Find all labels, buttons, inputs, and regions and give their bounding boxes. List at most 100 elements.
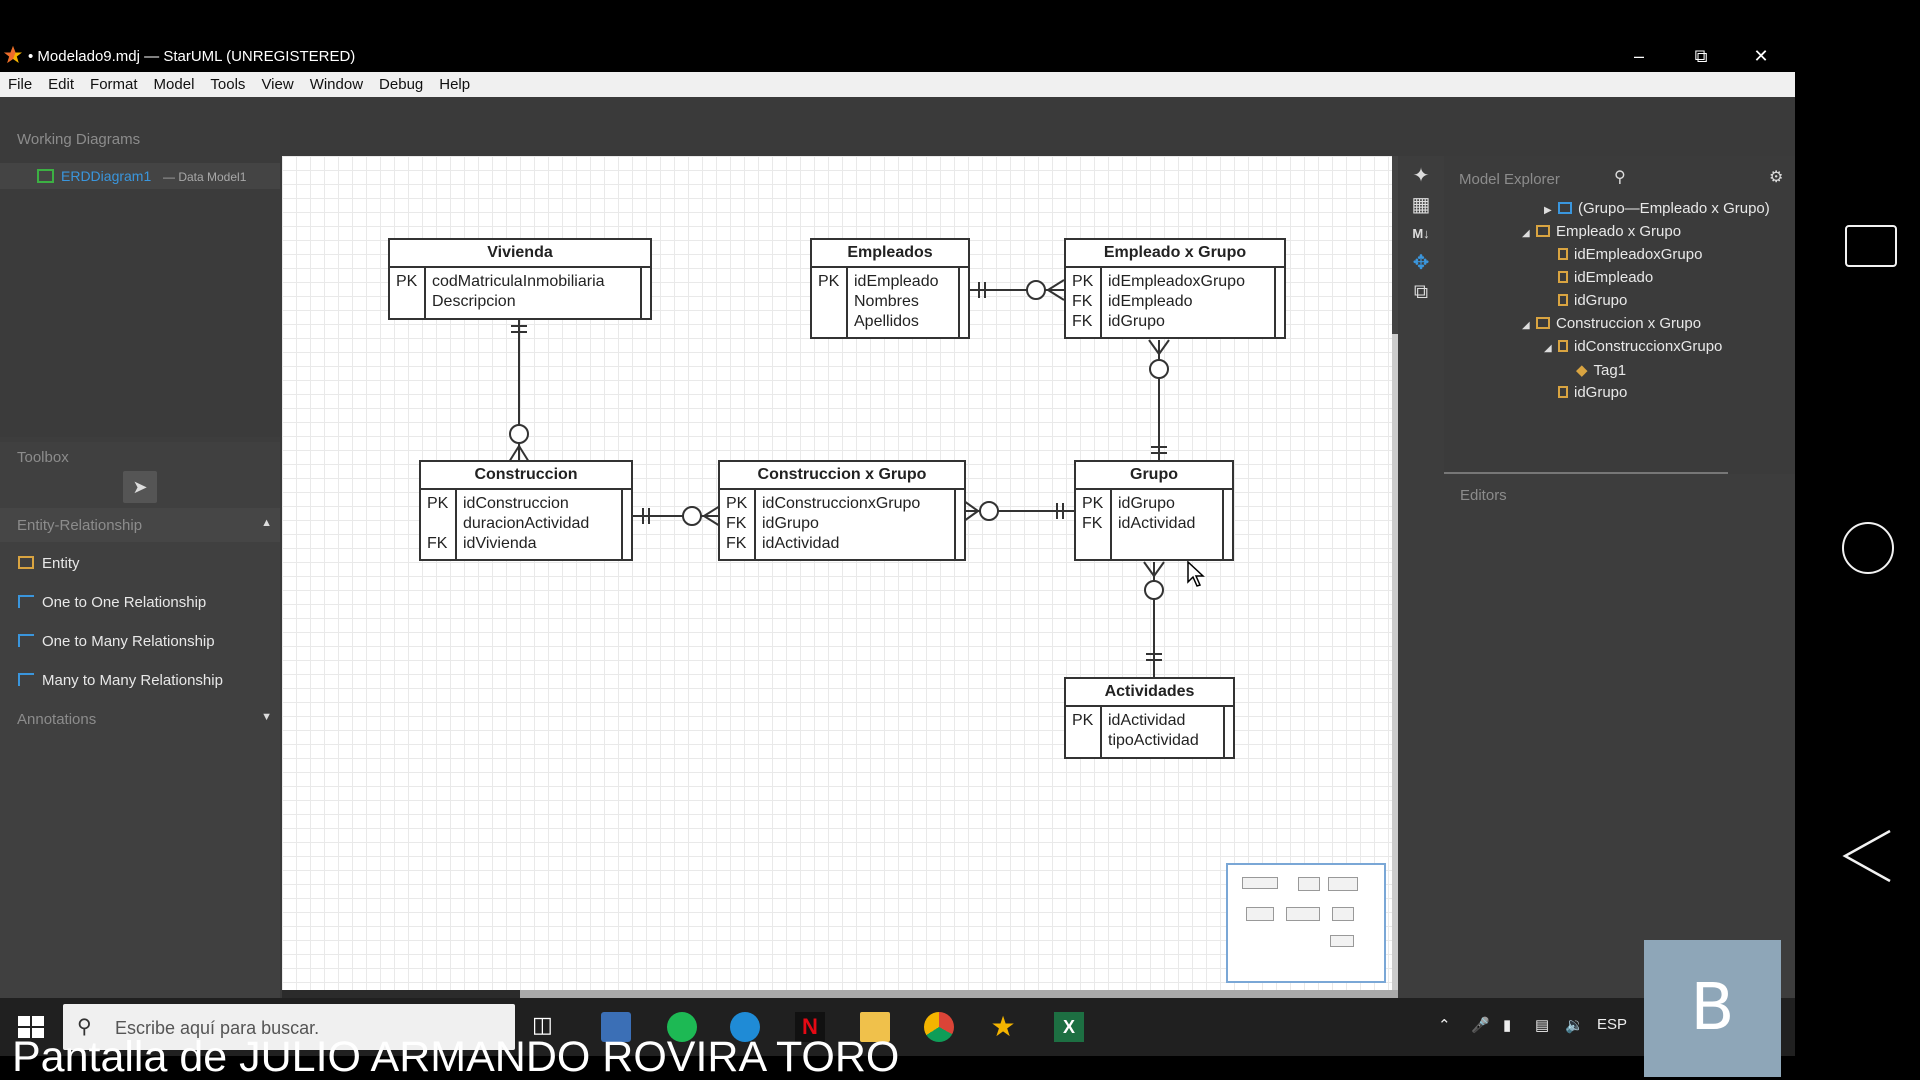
entity-columns: idActividad tipoActividad	[1108, 707, 1199, 751]
column-icon	[1558, 248, 1568, 260]
tool-entity[interactable]: Entity	[18, 555, 80, 572]
close-button[interactable]: ✕	[1743, 44, 1779, 68]
tool-many-to-many-label: Many to Many Relationship	[42, 672, 223, 689]
right-sidebar: Model Explorer ⚲ ⚙ ▶ (Grupo—Empleado x Gr…	[1444, 156, 1795, 998]
tree-item[interactable]: idEmpleadoxGrupo	[1558, 246, 1702, 263]
entity-title: Empleados	[812, 240, 968, 268]
collapse-icon: ◢	[1544, 343, 1552, 354]
entity-columns: idEmpleado Nombres Apellidos	[854, 268, 939, 332]
back-button[interactable]	[1840, 826, 1900, 886]
column: tipoActividad	[1108, 732, 1199, 749]
entity-right-border	[621, 490, 623, 559]
menu-file[interactable]: File	[0, 72, 40, 93]
column: idConstruccion	[463, 495, 569, 512]
menu-debug[interactable]: Debug	[371, 72, 431, 93]
extensions-icon[interactable]: ✦	[1409, 164, 1433, 188]
column-icon	[1558, 386, 1568, 398]
restore-button[interactable]: ⧉	[1683, 44, 1719, 68]
tool-one-to-one[interactable]: One to One Relationship	[18, 594, 206, 611]
tree-item[interactable]: ▶ (Grupo—Empleado x Grupo)	[1544, 200, 1770, 217]
tool-one-to-many[interactable]: One to Many Relationship	[18, 633, 215, 650]
staruml-window: • Modelado9.mdj — StarUML (UNREGISTERED)…	[0, 40, 1795, 998]
minimize-button[interactable]: –	[1621, 44, 1657, 68]
model-explorer-panel: Model Explorer ⚲ ⚙ ▶ (Grupo—Empleado x Gr…	[1444, 156, 1795, 476]
entity-keys: PK	[812, 268, 848, 337]
network-icon[interactable]: ▤	[1535, 1016, 1549, 1034]
model-explorer-header: Model Explorer	[1459, 171, 1560, 188]
recents-button[interactable]	[1845, 225, 1897, 267]
search-icon[interactable]: ⚲	[1614, 167, 1626, 187]
tree-item[interactable]: ◆ Tag1	[1576, 361, 1626, 379]
entity-construccion-x-grupo[interactable]: Construccion x Grupo PK FK FK idConstruc…	[718, 460, 966, 561]
diagram-minimap[interactable]	[1226, 863, 1386, 983]
tree-item-label: Construccion x Grupo	[1556, 315, 1702, 332]
menu-window[interactable]: Window	[302, 72, 371, 93]
menu-edit[interactable]: Edit	[40, 72, 82, 93]
layout-icon[interactable]: ▦	[1409, 193, 1433, 217]
tool-many-to-many[interactable]: Many to Many Relationship	[18, 672, 223, 689]
navigator-icon[interactable]: ✥	[1409, 251, 1433, 275]
minimap-entity	[1330, 935, 1354, 947]
menu-view[interactable]: View	[253, 72, 301, 93]
working-diagram-item[interactable]: ERDDiagram1 — Data Model1	[0, 163, 280, 189]
language-indicator[interactable]: ESP	[1597, 1016, 1627, 1033]
excel-icon[interactable]: X	[1054, 1012, 1084, 1042]
toolbox-group-label: Entity-Relationship	[17, 517, 143, 534]
key: FK	[1082, 515, 1103, 532]
column: idVivienda	[463, 535, 537, 552]
entity-construccion[interactable]: Construccion PK FK idConstruccion duraci…	[419, 460, 633, 561]
diagram-canvas[interactable]: Vivienda PK codMatriculaInmobiliaria Des…	[282, 156, 1392, 994]
share-icon[interactable]: ⧉	[1409, 280, 1433, 304]
staruml-icon[interactable]: ★	[988, 1012, 1018, 1042]
relationship-icon	[1558, 202, 1572, 214]
column-icon	[1558, 271, 1568, 283]
tray-chevron-icon[interactable]: ⌃	[1438, 1016, 1451, 1034]
entity-actividades[interactable]: Actividades PK idActividad tipoActividad	[1064, 677, 1235, 759]
pointer-tool-button[interactable]: ➤	[123, 471, 157, 503]
menu-model[interactable]: Model	[146, 72, 203, 93]
entity-right-border	[954, 490, 956, 559]
tree-item[interactable]: ◢ Empleado x Grupo	[1522, 223, 1681, 240]
tree-item[interactable]: ◢ Construccion x Grupo	[1522, 315, 1701, 332]
entity-empleado-x-grupo[interactable]: Empleado x Grupo PK FK FK idEmpleadoxGru…	[1064, 238, 1286, 339]
menu-tools[interactable]: Tools	[202, 72, 253, 93]
toolbox-group-annotations[interactable]: Annotations ▼	[0, 702, 280, 736]
tree-item-label: idEmpleado	[1574, 269, 1654, 286]
tree-item-label: idEmpleadoxGrupo	[1574, 246, 1703, 263]
tree-item[interactable]: idGrupo	[1558, 292, 1627, 309]
entity-empleados[interactable]: Empleados PK idEmpleado Nombres Apellido…	[810, 238, 970, 339]
entity-vivienda[interactable]: Vivienda PK codMatriculaInmobiliaria Des…	[388, 238, 652, 320]
column: idActividad	[1118, 515, 1196, 532]
entity-keys: PK FK	[421, 490, 457, 559]
menu-bar: File Edit Format Model Tools View Window Debug H…	[0, 72, 1795, 97]
entity-keys: PK FK FK	[1066, 268, 1102, 337]
entity-grupo[interactable]: Grupo PK FK idGrupo idActividad	[1074, 460, 1234, 561]
menu-format[interactable]: Format	[82, 72, 146, 93]
relationship-icon	[18, 673, 34, 686]
diagram-model: — Data Model1	[163, 170, 247, 184]
tree-item[interactable]: ◢ idConstruccionxGrupo	[1544, 338, 1722, 355]
chrome-icon[interactable]	[924, 1012, 954, 1042]
tree-item[interactable]: idGrupo	[1558, 384, 1627, 401]
horizontal-scroll-thumb[interactable]	[282, 990, 520, 998]
volume-icon[interactable]: 🔉	[1565, 1016, 1584, 1034]
markdown-icon[interactable]: M↓	[1409, 222, 1433, 246]
toolbox-group-er[interactable]: Entity-Relationship ▲	[0, 508, 280, 542]
collapse-icon: ◢	[1522, 228, 1530, 239]
entity-columns: idEmpleadoxGrupo idEmpleado idGrupo	[1108, 268, 1245, 332]
expand-down-icon: ▼	[261, 711, 272, 723]
battery-icon[interactable]: ▮	[1503, 1016, 1511, 1034]
minimap-entity	[1242, 877, 1278, 889]
column: idActividad	[762, 535, 840, 552]
column: idEmpleado	[854, 273, 939, 290]
home-button[interactable]	[1842, 522, 1894, 574]
entity-keys: PK	[390, 268, 426, 318]
horizontal-scrollbar[interactable]	[282, 990, 1398, 998]
tree-item[interactable]: idEmpleado	[1558, 269, 1653, 286]
menu-help[interactable]: Help	[431, 72, 478, 93]
microphone-icon[interactable]: 🎤	[1471, 1016, 1490, 1034]
gear-icon[interactable]: ⚙	[1769, 167, 1783, 187]
entity-columns: codMatriculaInmobiliaria Descripcion	[432, 268, 605, 312]
column: duracionActividad	[463, 515, 590, 532]
window-title: • Modelado9.mdj — StarUML (UNREGISTERED)	[28, 48, 356, 65]
